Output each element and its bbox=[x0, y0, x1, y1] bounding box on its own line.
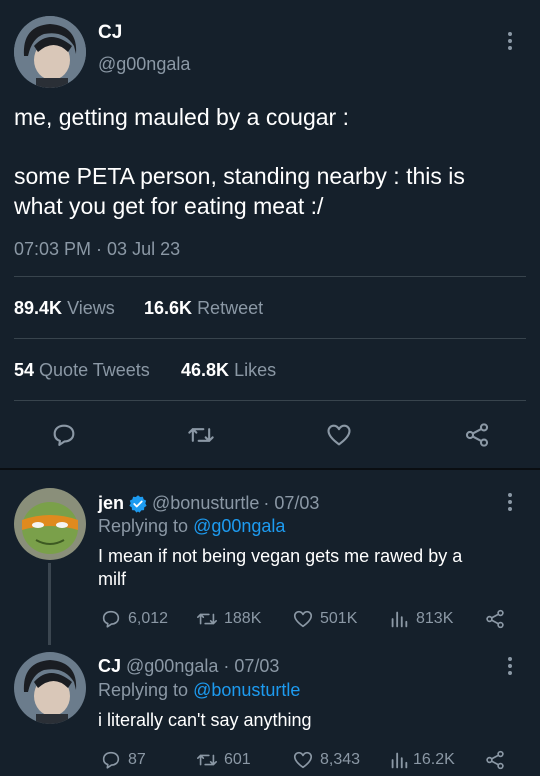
like-icon bbox=[293, 751, 313, 769]
tweet-text-line2: some PETA person, standing nearby : this… bbox=[14, 163, 465, 189]
avatar-illustration bbox=[14, 488, 86, 560]
like-count: 8,343 bbox=[320, 751, 361, 768]
views-label: Views bbox=[67, 298, 115, 318]
reply-icon bbox=[102, 751, 120, 769]
avatar-illustration bbox=[14, 652, 86, 724]
share-icon[interactable] bbox=[463, 421, 491, 449]
likes-label: Likes bbox=[234, 360, 277, 380]
quotes-stat[interactable]: 54 Quote Tweets bbox=[14, 360, 150, 381]
views-icon bbox=[391, 752, 408, 769]
reply1-date[interactable]: · 07/03 bbox=[263, 493, 319, 514]
reply2-date[interactable]: · 07/03 bbox=[223, 656, 279, 677]
views-icon bbox=[391, 611, 408, 628]
more-options-icon[interactable] bbox=[508, 32, 512, 50]
retweet-icon bbox=[197, 613, 217, 625]
views-count: 89.4K bbox=[14, 298, 63, 318]
retweets-stat[interactable]: 16.6K Retweet bbox=[144, 298, 263, 319]
reply1-header: jen @bonusturtle · 07/03 bbox=[98, 493, 319, 514]
reply1-author-name[interactable]: jen bbox=[98, 493, 124, 514]
author-name[interactable]: CJ bbox=[98, 22, 122, 44]
retweet-icon[interactable] bbox=[187, 421, 215, 449]
likes-count: 46.8K bbox=[181, 360, 230, 380]
avatar[interactable] bbox=[14, 488, 86, 560]
tweet-timestamp[interactable]: 07:03 PM · 03 Jul 23 bbox=[14, 239, 180, 260]
divider bbox=[14, 400, 526, 401]
reply1-replying-line: Replying to @g00ngala bbox=[98, 516, 285, 537]
reply1-views-action[interactable]: 813K bbox=[388, 608, 453, 630]
share-icon[interactable] bbox=[484, 749, 506, 771]
verified-badge-icon bbox=[129, 494, 147, 513]
reply1-text-line1: I mean if not being vegan gets me rawed … bbox=[98, 546, 463, 566]
like-count: 501K bbox=[320, 610, 358, 627]
divider bbox=[14, 276, 526, 277]
reply2-text-line1: i literally can't say anything bbox=[98, 710, 312, 730]
reply2-handle[interactable]: @g00ngala bbox=[126, 656, 218, 677]
reply-icon bbox=[102, 610, 120, 628]
views-count: 16.2K bbox=[413, 751, 455, 768]
reply1-text-line2: milf bbox=[98, 569, 126, 589]
replying-to-prefix: Replying to bbox=[98, 680, 189, 700]
reply2-author-name[interactable]: CJ bbox=[98, 656, 121, 677]
retweet-count: 601 bbox=[224, 751, 251, 768]
quotes-count: 54 bbox=[14, 360, 35, 380]
likes-stat[interactable]: 46.8K Likes bbox=[181, 360, 276, 381]
retweet-count: 188K bbox=[224, 610, 262, 627]
avatar-illustration bbox=[14, 16, 86, 88]
tweet-text-line3: what you get for eating meat :/ bbox=[14, 193, 324, 219]
like-icon[interactable] bbox=[325, 421, 353, 449]
avatar[interactable] bbox=[14, 652, 86, 724]
reply2-replying-line: Replying to @bonusturtle bbox=[98, 680, 300, 701]
reply2-header: CJ @g00ngala · 07/03 bbox=[98, 656, 279, 677]
tweet-text-line1: me, getting mauled by a cougar : bbox=[14, 104, 349, 130]
reply1-handle[interactable]: @bonusturtle bbox=[152, 493, 259, 514]
replying-to-link[interactable]: @g00ngala bbox=[193, 516, 285, 536]
avatar[interactable] bbox=[14, 16, 86, 88]
retweets-label: Retweet bbox=[197, 298, 264, 318]
more-options-icon[interactable] bbox=[508, 493, 512, 511]
reply1-retweet-action[interactable]: 188K bbox=[196, 608, 261, 630]
thread-line bbox=[48, 563, 51, 645]
share-icon[interactable] bbox=[484, 608, 506, 630]
reply2-like-action[interactable]: 8,343 bbox=[292, 749, 360, 771]
reply2-reply-action[interactable]: 87 bbox=[100, 749, 146, 771]
reply2-views-action[interactable]: 16.2K bbox=[388, 749, 455, 771]
reply1-reply-action[interactable]: 6,012 bbox=[100, 608, 168, 630]
reply1-like-action[interactable]: 501K bbox=[292, 608, 357, 630]
more-options-icon[interactable] bbox=[508, 657, 512, 675]
retweet-icon bbox=[197, 754, 217, 766]
reply-count: 87 bbox=[128, 751, 146, 768]
like-icon bbox=[293, 610, 313, 628]
author-handle[interactable]: @g00ngala bbox=[98, 54, 190, 75]
reply-icon[interactable] bbox=[50, 421, 78, 449]
section-separator bbox=[0, 468, 540, 470]
divider bbox=[14, 338, 526, 339]
reply-count: 6,012 bbox=[128, 610, 169, 627]
replying-to-prefix: Replying to bbox=[98, 516, 189, 536]
quotes-label: Quote Tweets bbox=[39, 360, 150, 380]
views-count: 813K bbox=[416, 610, 454, 627]
replying-to-link[interactable]: @bonusturtle bbox=[193, 680, 300, 700]
reply2-retweet-action[interactable]: 601 bbox=[196, 749, 251, 771]
retweets-count: 16.6K bbox=[144, 298, 193, 318]
views-stat: 89.4K Views bbox=[14, 298, 115, 319]
